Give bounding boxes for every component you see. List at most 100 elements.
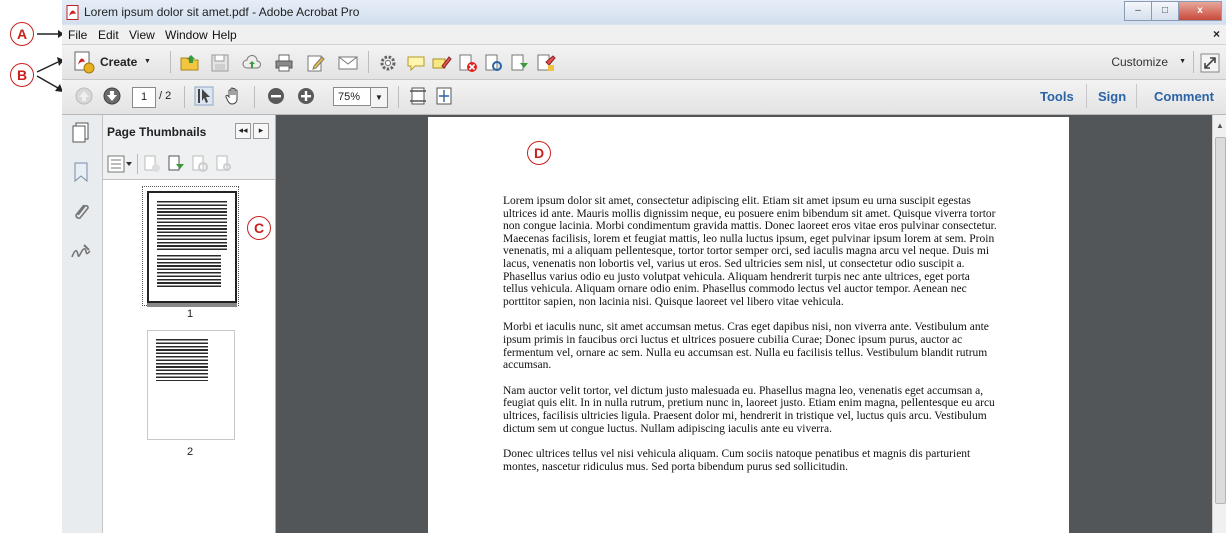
customize-button-label[interactable]: Customize	[1111, 55, 1168, 69]
navigation-toolbar: 1 / 2 75% ▼ Tools Sign Comment	[62, 80, 1226, 115]
maximize-button[interactable]: □	[1151, 1, 1178, 21]
expand-panel-button[interactable]: ▸	[253, 123, 269, 139]
collapse-panel-button[interactable]: ◂◂	[235, 123, 251, 139]
previous-page-icon[interactable]	[74, 86, 94, 106]
annotation-a-arrow	[37, 30, 64, 38]
document-view: Lorem ipsum dolor sit amet, consectetur …	[276, 115, 1212, 533]
cloud-upload-icon[interactable]	[242, 53, 262, 73]
annotation-a: A	[10, 22, 34, 46]
page-thumbnails-icon[interactable]	[70, 121, 92, 143]
close-document-button[interactable]: ×	[1213, 27, 1220, 41]
zoom-dropdown-icon[interactable]: ▼	[371, 87, 388, 108]
scrollbar-thumb[interactable]	[1215, 137, 1226, 504]
fit-page-icon[interactable]	[434, 86, 454, 106]
menu-view[interactable]: View	[129, 28, 155, 42]
menu-edit[interactable]: Edit	[98, 28, 119, 42]
expand-view-icon[interactable]	[1200, 53, 1220, 73]
paragraph: Lorem ipsum dolor sit amet, consectetur …	[503, 195, 997, 308]
save-icon[interactable]	[210, 53, 230, 73]
thumb-rotate-page-icon[interactable]	[191, 155, 209, 173]
thumb-insert-page-icon[interactable]	[167, 155, 185, 173]
open-folder-icon[interactable]	[180, 53, 200, 73]
page-body-text: Lorem ipsum dolor sit amet, consectetur …	[503, 195, 997, 486]
menu-file[interactable]: File	[68, 28, 87, 42]
annotation-b: B	[10, 63, 34, 87]
separator	[254, 86, 255, 108]
thumbnail-text-lines	[156, 339, 208, 381]
separator	[398, 86, 399, 108]
acrobat-window: Lorem ipsum dolor sit amet.pdf - Adobe A…	[62, 0, 1226, 534]
next-page-icon[interactable]	[102, 86, 122, 106]
thumbnails-title: Page Thumbnails	[107, 125, 207, 139]
zoom-level-input[interactable]: 75%	[333, 87, 371, 106]
replace-pages-icon[interactable]	[536, 53, 556, 73]
thumbnail-options-icon[interactable]	[107, 155, 133, 173]
print-icon[interactable]	[274, 53, 294, 73]
thumbnail-text-lines	[157, 201, 227, 251]
thumbnail-label-1: 1	[186, 308, 194, 320]
page-total: / 2	[159, 90, 172, 102]
thumbnails-panel: Page Thumbnails ◂◂ ▸ 1 2	[103, 115, 276, 534]
annotation-c: C	[247, 216, 271, 240]
thumb-delete-page-icon[interactable]	[143, 155, 161, 173]
sign-pane-link[interactable]: Sign	[1098, 89, 1126, 104]
insert-pages-icon[interactable]	[510, 53, 530, 73]
separator	[1193, 51, 1194, 73]
create-pdf-icon[interactable]	[72, 50, 96, 74]
menu-help[interactable]: Help	[212, 28, 237, 42]
pdf-file-icon	[66, 5, 79, 20]
fit-width-icon[interactable]	[408, 86, 428, 106]
paragraph: Morbi et iaculis nunc, sit amet accumsan…	[503, 321, 989, 372]
panel-collapse-controls: ◂◂ ▸	[235, 123, 271, 139]
bookmarks-icon[interactable]	[70, 161, 92, 183]
separator	[1086, 84, 1087, 108]
paragraph: Nam auctor velit tortor, vel dictum just…	[503, 384, 995, 435]
thumbnail-page-2[interactable]	[147, 330, 235, 440]
edit-document-icon[interactable]	[306, 53, 326, 73]
window-title: Lorem ipsum dolor sit amet.pdf - Adobe A…	[84, 5, 360, 19]
thumb-page-properties-icon[interactable]	[215, 155, 233, 173]
select-tool-icon[interactable]	[194, 86, 214, 106]
annotation-d: D	[527, 141, 551, 165]
title-bar: Lorem ipsum dolor sit amet.pdf - Adobe A…	[62, 0, 1226, 24]
highlight-text-icon[interactable]	[432, 53, 452, 73]
comment-pane-link[interactable]: Comment	[1154, 89, 1214, 104]
attachments-icon[interactable]	[70, 201, 92, 223]
comment-bubble-icon[interactable]	[406, 53, 426, 73]
hand-tool-icon[interactable]	[224, 86, 244, 106]
paragraph: Donec ultrices tellus vel nisi vehicula …	[503, 448, 971, 473]
customize-dropdown-icon[interactable]: ▼	[1179, 58, 1186, 65]
create-button-label[interactable]: Create	[100, 55, 137, 69]
separator	[1136, 84, 1137, 108]
menu-bar: File Edit View Window Help ×	[62, 25, 1226, 45]
annotation-b-arrows	[36, 57, 64, 92]
settings-gear-icon[interactable]	[378, 53, 398, 73]
thumbnails-header: Page Thumbnails ◂◂ ▸	[103, 115, 275, 145]
separator	[137, 154, 138, 174]
create-dropdown-icon[interactable]: ▼	[144, 58, 151, 65]
zoom-in-icon[interactable]	[296, 86, 316, 106]
pdf-page: Lorem ipsum dolor sit amet, consectetur …	[428, 117, 1069, 533]
main-toolbar: Create ▼ Customize ▼	[62, 45, 1226, 80]
annotation-gutter: A B	[0, 0, 64, 533]
zoom-out-icon[interactable]	[266, 86, 286, 106]
tools-pane-link[interactable]: Tools	[1040, 89, 1074, 104]
thumbnail-label-2: 2	[186, 446, 194, 458]
thumbnails-toolbar	[103, 151, 275, 177]
navigation-pane	[62, 115, 103, 533]
delete-pages-icon[interactable]	[458, 53, 478, 73]
separator	[184, 86, 185, 108]
thumbnail-page-1[interactable]	[147, 191, 237, 303]
extract-pages-icon[interactable]	[484, 53, 504, 73]
vertical-scrollbar[interactable]: ▲	[1212, 115, 1226, 533]
close-window-button[interactable]: x	[1178, 1, 1222, 21]
email-icon[interactable]	[338, 53, 358, 73]
window-controls: – □ x	[1124, 1, 1222, 21]
minimize-button[interactable]: –	[1124, 1, 1151, 21]
signatures-icon[interactable]	[70, 241, 92, 263]
thumbnail-text-lines	[157, 255, 221, 289]
scroll-up-icon[interactable]: ▲	[1216, 121, 1224, 130]
separator	[170, 51, 171, 73]
menu-window[interactable]: Window	[165, 28, 208, 42]
page-number-input[interactable]: 1	[132, 87, 156, 108]
